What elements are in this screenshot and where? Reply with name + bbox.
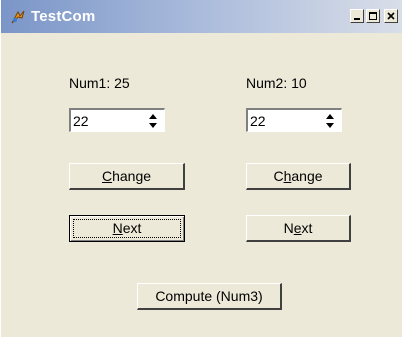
maximize-button[interactable]: [366, 9, 380, 23]
num2-spinbox[interactable]: [246, 108, 342, 132]
spin-arrows-icon[interactable]: [325, 113, 335, 129]
minimize-button[interactable]: [350, 9, 364, 23]
maximize-icon: [369, 12, 377, 20]
close-button[interactable]: [384, 9, 398, 23]
title-bar[interactable]: TestCom: [1, 0, 402, 33]
num2-spin-input[interactable]: [250, 112, 312, 130]
spin-arrows-icon[interactable]: [148, 113, 158, 129]
num2-label: Num2: 10: [246, 75, 307, 91]
app-icon: [11, 10, 25, 24]
num1-next-button[interactable]: Next: [69, 215, 185, 242]
close-icon: [387, 12, 395, 20]
window-title: TestCom: [31, 8, 96, 25]
testcom-window: TestCom Num1: 25 Change N: [1, 0, 402, 337]
num1-label: Num1: 25: [69, 75, 130, 91]
num1-change-button[interactable]: Change: [69, 163, 185, 190]
minimize-icon: [354, 18, 360, 20]
num2-change-button[interactable]: Change: [246, 163, 351, 190]
num1-spin-input[interactable]: [73, 112, 135, 130]
compute-button[interactable]: Compute (Num3): [137, 283, 282, 310]
num2-next-button[interactable]: Next: [246, 215, 351, 242]
num1-spinbox[interactable]: [69, 108, 165, 132]
